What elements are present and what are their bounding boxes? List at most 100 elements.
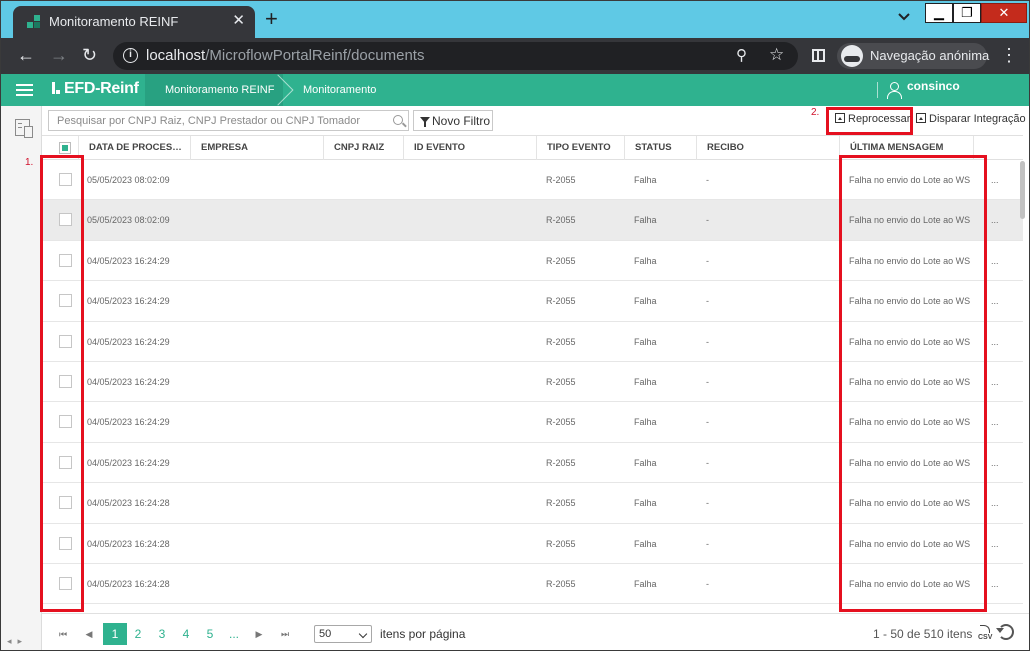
- search-box: [48, 110, 409, 131]
- side-panel-icon[interactable]: [812, 49, 825, 62]
- cell-recibo: -: [706, 215, 709, 226]
- cell-more[interactable]: ...: [991, 281, 1011, 321]
- cell-empresa: [200, 160, 320, 200]
- cell-more[interactable]: ...: [991, 402, 1011, 442]
- cell-empresa: [200, 281, 320, 321]
- cell-id-evento: [413, 160, 533, 200]
- cell-more[interactable]: ...: [991, 241, 1011, 281]
- annotation-box-last-message: [839, 155, 987, 612]
- page-1-button[interactable]: 1: [103, 623, 127, 645]
- cell-recibo: -: [706, 417, 709, 428]
- column-header-id-evento[interactable]: ID EVENTO: [403, 136, 536, 160]
- trigger-integration-button[interactable]: Disparar Integração: [916, 113, 1026, 125]
- incognito-label: Navegação anónima: [870, 48, 990, 63]
- url-text[interactable]: localhost/MicroflowPortalReinf/documents: [146, 47, 424, 64]
- cell-date: 04/05/2023 16:24:29: [87, 296, 170, 307]
- user-icon[interactable]: [887, 82, 902, 99]
- rail-scroll-arrows[interactable]: ◂▸: [7, 636, 28, 647]
- column-header-tipo-evento[interactable]: TIPO EVENTO: [536, 136, 624, 160]
- cell-cnpj-raiz: [333, 564, 403, 604]
- cell-cnpj-raiz: [333, 362, 403, 402]
- column-header-status[interactable]: STATUS: [624, 136, 696, 160]
- next-page-icon[interactable]: ▶: [252, 623, 266, 645]
- cell-more[interactable]: ...: [991, 524, 1011, 564]
- breadcrumb-label: Monitoramento: [303, 84, 377, 96]
- cell-date: 04/05/2023 16:24:28: [87, 579, 170, 589]
- cell-more[interactable]: ...: [991, 362, 1011, 402]
- cell-id-evento: [413, 322, 533, 362]
- last-page-icon[interactable]: ⏭: [278, 623, 292, 645]
- cell-tipo-evento: R-2055: [546, 498, 576, 509]
- zoom-search-icon[interactable]: ⚲: [736, 46, 747, 64]
- cell-empresa: [200, 362, 320, 402]
- breadcrumb-label: Monitoramento REINF: [165, 84, 275, 96]
- tab-close-icon[interactable]: ✕: [232, 11, 245, 29]
- trigger-integration-icon: [916, 113, 926, 123]
- breadcrumb-monitoramento-reinf[interactable]: Monitoramento REINF: [145, 74, 283, 106]
- browser-menu-icon[interactable]: ⋮: [1000, 45, 1018, 65]
- tab-search-chevron-icon[interactable]: [897, 10, 911, 24]
- grid-scrollbar[interactable]: [1020, 161, 1025, 219]
- page-more-button[interactable]: ...: [226, 623, 242, 645]
- side-rail: ◂▸: [1, 106, 42, 650]
- back-arrow-icon[interactable]: ←: [17, 44, 35, 66]
- maximize-button[interactable]: ❐: [953, 3, 981, 23]
- cell-tipo-evento: R-2055: [546, 417, 576, 428]
- refresh-icon[interactable]: [996, 624, 1014, 640]
- header-divider: [877, 82, 878, 98]
- building-icon[interactable]: [15, 119, 33, 138]
- cell-cnpj-raiz: [333, 322, 403, 362]
- new-tab-button[interactable]: +: [265, 7, 278, 31]
- chevron-down-icon: [358, 629, 368, 639]
- address-bar[interactable]: i localhost/MicroflowPortalReinf/documen…: [113, 42, 798, 70]
- cell-tipo-evento: R-2055: [546, 377, 576, 387]
- search-icon[interactable]: [393, 115, 403, 125]
- browser-toolbar: ← → ↻ i localhost/MicroflowPortalReinf/d…: [1, 38, 1029, 74]
- cell-empresa: [200, 443, 320, 483]
- cell-id-evento: [413, 200, 533, 240]
- page-4-button[interactable]: 4: [179, 623, 193, 645]
- reload-icon[interactable]: ↻: [82, 44, 97, 66]
- cell-more[interactable]: ...: [991, 322, 1011, 362]
- column-header-cnpj-raiz[interactable]: CNPJ RAIZ: [323, 136, 403, 160]
- page-size-select[interactable]: 50: [314, 625, 372, 643]
- new-filter-button[interactable]: Novo Filtro: [413, 110, 493, 131]
- hamburger-menu-icon[interactable]: [16, 84, 33, 97]
- page-2-button[interactable]: 2: [131, 623, 145, 645]
- column-header-date[interactable]: DATA DE PROCES…: [78, 136, 190, 160]
- bookmark-star-icon[interactable]: ☆: [769, 45, 784, 65]
- browser-tab[interactable]: Monitoramento REINF ✕: [13, 6, 255, 38]
- site-info-icon[interactable]: i: [123, 48, 138, 63]
- reprocess-button[interactable]: Reprocessar: [835, 113, 910, 125]
- username[interactable]: consinco: [907, 79, 960, 93]
- cell-recibo: -: [706, 175, 709, 185]
- cell-more[interactable]: ...: [991, 200, 1011, 240]
- column-header-empresa[interactable]: EMPRESA: [190, 136, 323, 160]
- cell-more[interactable]: ...: [991, 443, 1011, 483]
- cell-status: Falha: [634, 215, 657, 226]
- page-3-button[interactable]: 3: [155, 623, 169, 645]
- cell-status: Falha: [634, 175, 657, 185]
- cell-id-evento: [413, 281, 533, 321]
- select-all-checkbox[interactable]: [59, 142, 71, 154]
- column-header-recibo[interactable]: RECIBO: [696, 136, 839, 160]
- new-filter-label: Novo Filtro: [432, 114, 491, 128]
- close-window-button[interactable]: ✕: [981, 3, 1027, 23]
- cell-status: Falha: [634, 538, 657, 549]
- cell-date: 04/05/2023 16:24:29: [87, 336, 170, 347]
- cell-id-evento: [413, 524, 533, 564]
- cell-more[interactable]: ...: [991, 483, 1011, 523]
- cell-more[interactable]: ...: [991, 564, 1011, 604]
- csv-export-icon[interactable]: CSV: [976, 625, 994, 643]
- forward-arrow-icon[interactable]: →: [50, 44, 68, 66]
- cell-tipo-evento: R-2055: [546, 579, 576, 589]
- incognito-indicator[interactable]: Navegação anónima: [837, 43, 990, 69]
- breadcrumb-monitoramento[interactable]: Monitoramento: [283, 74, 388, 106]
- cell-more[interactable]: ...: [991, 160, 1011, 200]
- prev-page-icon[interactable]: ◀: [82, 623, 96, 645]
- page-5-button[interactable]: 5: [203, 623, 217, 645]
- minimize-button[interactable]: ▁: [925, 3, 953, 23]
- search-input[interactable]: [49, 111, 387, 130]
- first-page-icon[interactable]: ⏮: [56, 623, 70, 645]
- brand-logo[interactable]: EFD-Reinf: [52, 80, 139, 98]
